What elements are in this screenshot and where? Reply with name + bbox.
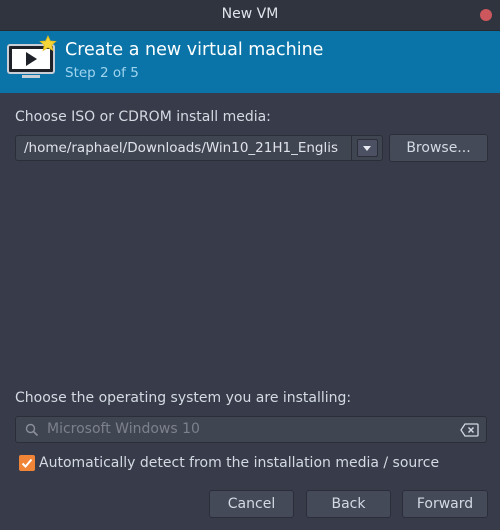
banner-subtitle: Step 2 of 5 bbox=[65, 65, 139, 81]
forward-button[interactable]: Forward bbox=[402, 490, 488, 518]
os-search-field[interactable]: Microsoft Windows 10 bbox=[15, 416, 487, 443]
title-bar: New VM bbox=[0, 0, 500, 31]
close-icon[interactable] bbox=[480, 9, 492, 21]
back-button[interactable]: Back bbox=[306, 490, 391, 518]
autodetect-label[interactable]: Automatically detect from the installati… bbox=[39, 455, 439, 471]
banner-title: Create a new virtual machine bbox=[65, 40, 324, 60]
os-label: Choose the operating system you are inst… bbox=[15, 390, 352, 406]
install-media-field[interactable] bbox=[15, 135, 352, 161]
search-icon bbox=[25, 423, 39, 437]
cancel-button[interactable]: Cancel bbox=[209, 490, 294, 518]
header-banner: Create a new virtual machine Step 2 of 5 bbox=[0, 31, 500, 93]
backspace-clear-icon[interactable] bbox=[460, 423, 479, 437]
browse-button[interactable]: Browse... bbox=[389, 134, 488, 162]
checkmark-icon bbox=[21, 458, 33, 468]
autodetect-checkbox[interactable] bbox=[19, 455, 35, 471]
os-search-placeholder: Microsoft Windows 10 bbox=[47, 421, 200, 437]
window-title: New VM bbox=[221, 6, 279, 22]
vm-screen-with-star-icon bbox=[7, 35, 57, 78]
dropdown-button[interactable] bbox=[357, 139, 378, 157]
media-label: Choose ISO or CDROM install media: bbox=[15, 109, 271, 125]
install-media-dropdown[interactable] bbox=[352, 135, 383, 161]
chevron-down-icon bbox=[363, 146, 371, 151]
install-media-input[interactable] bbox=[16, 136, 351, 160]
